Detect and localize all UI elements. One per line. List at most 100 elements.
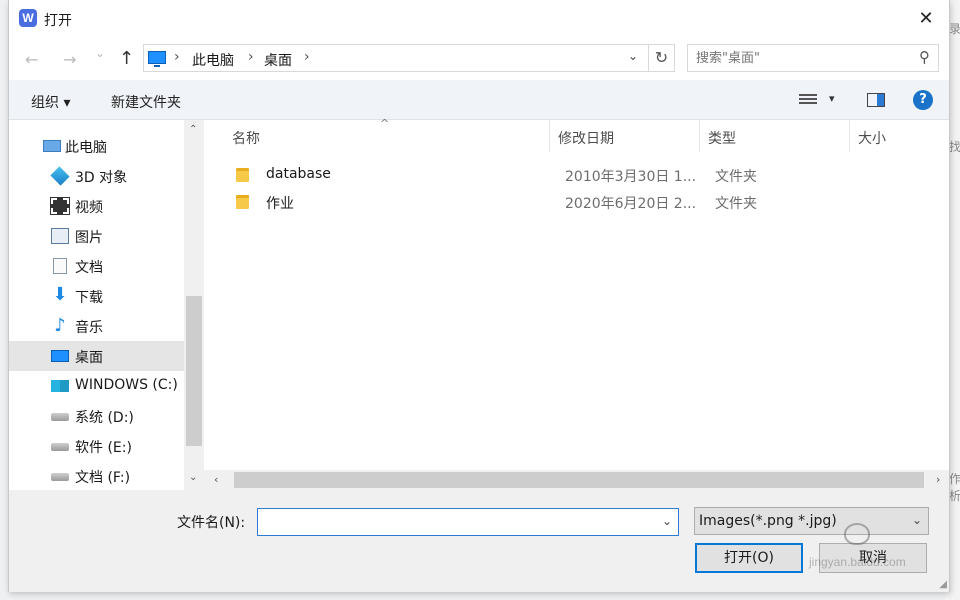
sidebar-item-label: 下载: [75, 290, 103, 306]
sidebar-item-drive-c[interactable]: WINDOWS (C:): [9, 371, 184, 401]
new-folder-button[interactable]: 新建文件夹: [111, 92, 181, 112]
sidebar-item-label: 桌面: [75, 350, 103, 366]
scrollbar-thumb[interactable]: [186, 296, 202, 446]
column-header-size[interactable]: 大小: [850, 120, 949, 152]
filename-combobox[interactable]: ⌄: [257, 508, 679, 536]
file-name: 作业: [266, 196, 294, 212]
sidebar-item-label: 3D 对象: [75, 170, 128, 186]
sidebar-item-label: 视频: [75, 200, 103, 216]
search-icon[interactable]: ⚲: [919, 48, 930, 66]
scroll-up-icon[interactable]: ⌃: [189, 124, 197, 135]
command-toolbar: 组织 ▾ 新建文件夹 ▾ ?: [9, 80, 949, 120]
chevron-down-icon[interactable]: ⌄: [912, 513, 922, 527]
folder-icon: [236, 168, 249, 182]
breadcrumb-this-pc[interactable]: 此电脑: [192, 50, 234, 70]
background-text: 录: [949, 22, 960, 36]
column-header-modified[interactable]: 修改日期: [550, 120, 700, 152]
title-bar: W 打开 ✕: [9, 0, 949, 38]
desktop-icon: [51, 350, 69, 362]
dialog-footer: 文件名(N): ⌄ Images(*.png *.jpg) ⌄ 打开(O) 取消…: [9, 490, 949, 592]
breadcrumb-separator[interactable]: ›: [248, 49, 254, 65]
chevron-down-icon[interactable]: ⌄: [662, 514, 672, 528]
scrollbar-thumb[interactable]: [234, 472, 924, 488]
3d-objects-icon: [50, 166, 70, 186]
background-text: 作: [949, 472, 960, 486]
recent-locations-button[interactable]: ⌄: [95, 46, 105, 60]
sidebar-item-this-pc[interactable]: 此电脑: [9, 131, 184, 161]
file-type-filter-select[interactable]: Images(*.png *.jpg) ⌄: [694, 507, 929, 535]
sidebar-scrollbar[interactable]: ⌃ ⌄: [184, 120, 204, 490]
address-bar[interactable]: › 此电脑 › 桌面 › ⌄: [143, 44, 649, 72]
video-icon: [50, 197, 70, 215]
file-name: database: [266, 166, 331, 182]
sidebar-item-3d-objects[interactable]: 3D 对象: [9, 161, 184, 191]
sidebar-item-desktop[interactable]: 桌面: [9, 341, 184, 371]
cancel-button[interactable]: 取消: [819, 543, 927, 573]
back-button[interactable]: ←: [25, 50, 38, 69]
organize-button[interactable]: 组织 ▾: [31, 92, 70, 112]
drive-icon: [51, 473, 69, 481]
file-row[interactable]: database 2010年3月30日 1... 文件夹: [224, 162, 944, 188]
windows-drive-icon: [51, 380, 69, 392]
sidebar-item-pictures[interactable]: 图片: [9, 221, 184, 251]
breadcrumb-separator[interactable]: ›: [174, 49, 180, 65]
wps-app-icon: W: [19, 9, 37, 27]
scroll-right-icon[interactable]: ›: [936, 473, 940, 486]
download-icon: ⬇: [52, 284, 68, 305]
sidebar-item-label: WINDOWS (C:): [75, 377, 178, 393]
breadcrumb-desktop[interactable]: 桌面: [264, 50, 292, 70]
file-type: 文件夹: [715, 169, 757, 185]
open-button[interactable]: 打开(O): [695, 543, 803, 573]
file-type: 文件夹: [715, 196, 757, 212]
view-options-icon[interactable]: [799, 92, 817, 106]
drive-icon: [51, 443, 69, 451]
drive-icon: [51, 413, 69, 421]
sidebar-item-documents[interactable]: 文档: [9, 251, 184, 281]
pictures-icon: [51, 228, 69, 244]
sidebar-item-videos[interactable]: 视频: [9, 191, 184, 221]
close-button[interactable]: ✕: [903, 0, 949, 38]
background-text: 找: [949, 140, 960, 154]
computer-icon: [148, 51, 166, 67]
help-icon[interactable]: ?: [913, 90, 933, 110]
search-input[interactable]: [696, 49, 896, 67]
sidebar-item-label: 软件 (E:): [75, 440, 132, 456]
sidebar-item-drive-f[interactable]: 文档 (F:): [9, 461, 184, 490]
column-header-type[interactable]: 类型: [700, 120, 850, 152]
folder-icon: [236, 195, 249, 209]
sidebar-item-label: 文档: [75, 260, 103, 276]
sidebar-item-label: 系统 (D:): [75, 410, 134, 426]
music-icon: ♪: [54, 315, 66, 336]
view-dropdown-button[interactable]: ▾: [829, 92, 835, 105]
forward-button[interactable]: →: [63, 50, 76, 69]
computer-icon: [43, 140, 61, 152]
search-box[interactable]: ⚲: [687, 44, 939, 72]
sidebar-item-drive-d[interactable]: 系统 (D:): [9, 401, 184, 431]
sidebar-item-label: 文档 (F:): [75, 470, 131, 486]
file-type-filter-value: Images(*.png *.jpg): [699, 513, 837, 529]
sidebar-item-label: 此电脑: [65, 140, 107, 156]
sidebar-item-music[interactable]: ♪ 音乐: [9, 311, 184, 341]
background-text: 析: [949, 489, 960, 503]
address-row: ← → ⌄ ↑ › 此电脑 › 桌面 › ⌄ ↻ ⚲: [9, 38, 949, 80]
scroll-left-icon[interactable]: ‹: [214, 473, 218, 486]
file-row[interactable]: 作业 2020年6月20日 2... 文件夹: [224, 189, 944, 215]
filename-label: 文件名(N):: [177, 515, 246, 531]
up-button[interactable]: ↑: [119, 48, 134, 69]
chevron-down-icon[interactable]: ⌄: [628, 49, 638, 63]
preview-pane-icon[interactable]: [867, 93, 885, 107]
open-file-dialog: W 打开 ✕ ← → ⌄ ↑ › 此电脑 › 桌面 › ⌄ ↻ ⚲ 组织 ▾ 新…: [8, 0, 950, 592]
dialog-title: 打开: [44, 13, 72, 29]
filename-input[interactable]: [262, 513, 652, 531]
column-header-name[interactable]: 名称: [224, 120, 550, 152]
breadcrumb-separator[interactable]: ›: [304, 49, 310, 65]
refresh-button[interactable]: ↻: [649, 44, 675, 72]
file-modified: 2010年3月30日 1...: [565, 169, 697, 185]
horizontal-scrollbar[interactable]: ‹ ›: [204, 470, 949, 490]
resize-grip-icon[interactable]: ◢: [939, 579, 947, 590]
documents-icon: [53, 258, 67, 274]
sidebar-item-downloads[interactable]: ⬇ 下载: [9, 281, 184, 311]
scroll-down-icon[interactable]: ⌄: [189, 472, 197, 483]
sidebar-item-drive-e[interactable]: 软件 (E:): [9, 431, 184, 461]
navigation-pane: 此电脑 3D 对象 视频 图片 文档 ⬇ 下载 ♪ 音乐 桌面 WINDOWS …: [9, 120, 204, 490]
